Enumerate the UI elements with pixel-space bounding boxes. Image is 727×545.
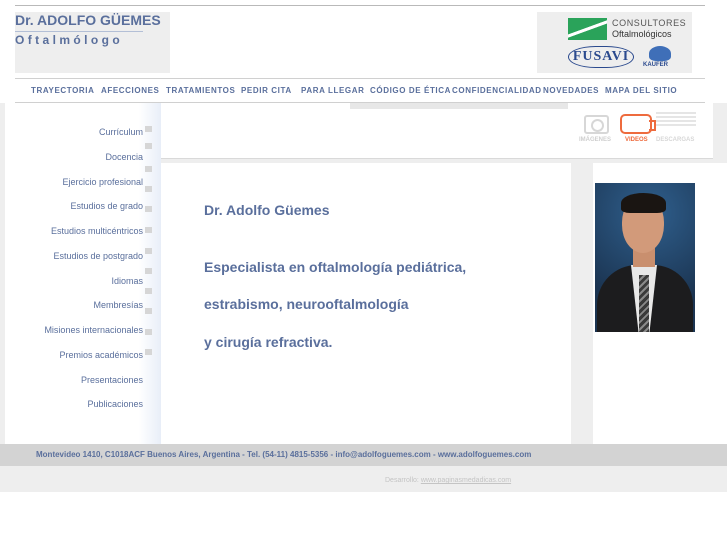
sidebar-item-estudios-multicentricos[interactable]: Estudios multicéntricos [51,226,143,236]
media-panel-strip [350,103,568,109]
sidebar-bullet-icon [145,143,152,149]
consultores-logo-icon[interactable] [568,18,607,40]
sidebar-item-ejercicio-profesional[interactable]: Ejercicio profesional [62,177,143,187]
sidebar-bullet-icon [145,126,152,132]
doctor-photo [595,183,695,332]
nav-item-mapa-del-sitio[interactable]: MAPA DEL SITIO [605,86,677,95]
sidebar-item-curriculum[interactable]: Currículum [99,127,143,137]
sidebar-bullet-icon [145,268,152,274]
nav-item-pedir-cita[interactable]: PEDIR CITA [241,86,292,95]
sidebar-bullet-icon [145,288,152,294]
nav-item-para-llegar[interactable]: PARA LLEGAR [301,86,365,95]
nav-item-trayectoria[interactable]: TRAYECTORIA [31,86,95,95]
sidebar-item-presentaciones[interactable]: Presentaciones [81,375,143,385]
sidebar-item-membresias[interactable]: Membresías [93,300,143,310]
sidebar-item-misiones-internacionales[interactable]: Misiones internacionales [44,325,143,335]
specialty-line-2: estrabismo, neurooftalmología [204,296,409,312]
sidebar-bullet-icon [145,166,152,172]
sidebar-bullet-icon [145,329,152,335]
logo-name[interactable]: Dr. ADOLFO GÜEMES [15,12,161,28]
specialty-line-1: Especialista en oftalmología pediátrica, [204,259,467,275]
sidebar-item-publicaciones[interactable]: Publicaciones [87,399,143,409]
footer-credit: Desarrollo: www.paginasmedadicas.com [385,477,511,484]
kaufer-label: KAUFER [643,62,668,68]
nav-item-tratamientos[interactable]: TRATAMIENTOS [166,86,235,95]
sidebar-item-docencia[interactable]: Docencia [105,152,143,162]
sidebar-bullet-icon [145,227,152,233]
main-nav: TRAYECTORIA AFECCIONES TRATAMIENTOS PEDI… [15,78,705,103]
nav-item-novedades[interactable]: NOVEDADES [543,86,599,95]
credit-link[interactable]: www.paginasmedadicas.com [421,477,511,484]
partner-logos: CONSULTORES Oftalmológicos FUSAVI KAUFER [537,12,692,73]
sidebar-item-estudios-de-grado[interactable]: Estudios de grado [70,201,143,211]
sidebar-bullet-icon [145,248,152,254]
footer-credit-bar [0,466,727,492]
sidebar-item-estudios-de-postgrado[interactable]: Estudios de postgrado [53,251,143,261]
media-downloads-label[interactable]: DESCARGAS [656,137,694,143]
doctor-name-heading: Dr. Adolfo Güemes [204,202,330,218]
nav-item-confidencialidad[interactable]: CONFIDENCIALIDAD [452,86,542,95]
logo-subtitle: Oftalmólogo [15,33,124,47]
footer-contact-text: Montevideo 1410, C1018ACF Buenos Aires, … [36,450,532,459]
sidebar-bullet-icon [145,308,152,314]
nav-item-codigo-de-etica[interactable]: CÓDIGO DE ÉTICA [370,86,451,95]
consultores-sublabel: Oftalmológicos [612,29,672,39]
camera-icon[interactable] [584,115,609,134]
fusavi-logo[interactable]: FUSAVI [568,46,634,68]
document-icon[interactable] [656,112,696,130]
logo-divider [15,31,143,32]
consultores-label: CONSULTORES [612,18,687,28]
video-camera-icon[interactable] [620,114,656,134]
header-top-rule [15,5,705,6]
sidebar-item-premios-academicos[interactable]: Premios académicos [59,350,143,360]
sidebar-item-idiomas[interactable]: Idiomas [111,276,143,286]
kaufer-logo-icon[interactable] [649,46,671,61]
media-images-label[interactable]: IMÁGENES [579,137,611,143]
sidebar-bullet-icon [145,186,152,192]
sidebar-bullet-icon [145,206,152,212]
credit-prefix: Desarrollo: [385,477,419,484]
media-videos-label[interactable]: VIDEOS [625,137,648,143]
sidebar-bullet-icon [145,349,152,355]
nav-item-afecciones[interactable]: AFECCIONES [101,86,159,95]
specialty-line-3: y cirugía refractiva. [204,334,333,350]
